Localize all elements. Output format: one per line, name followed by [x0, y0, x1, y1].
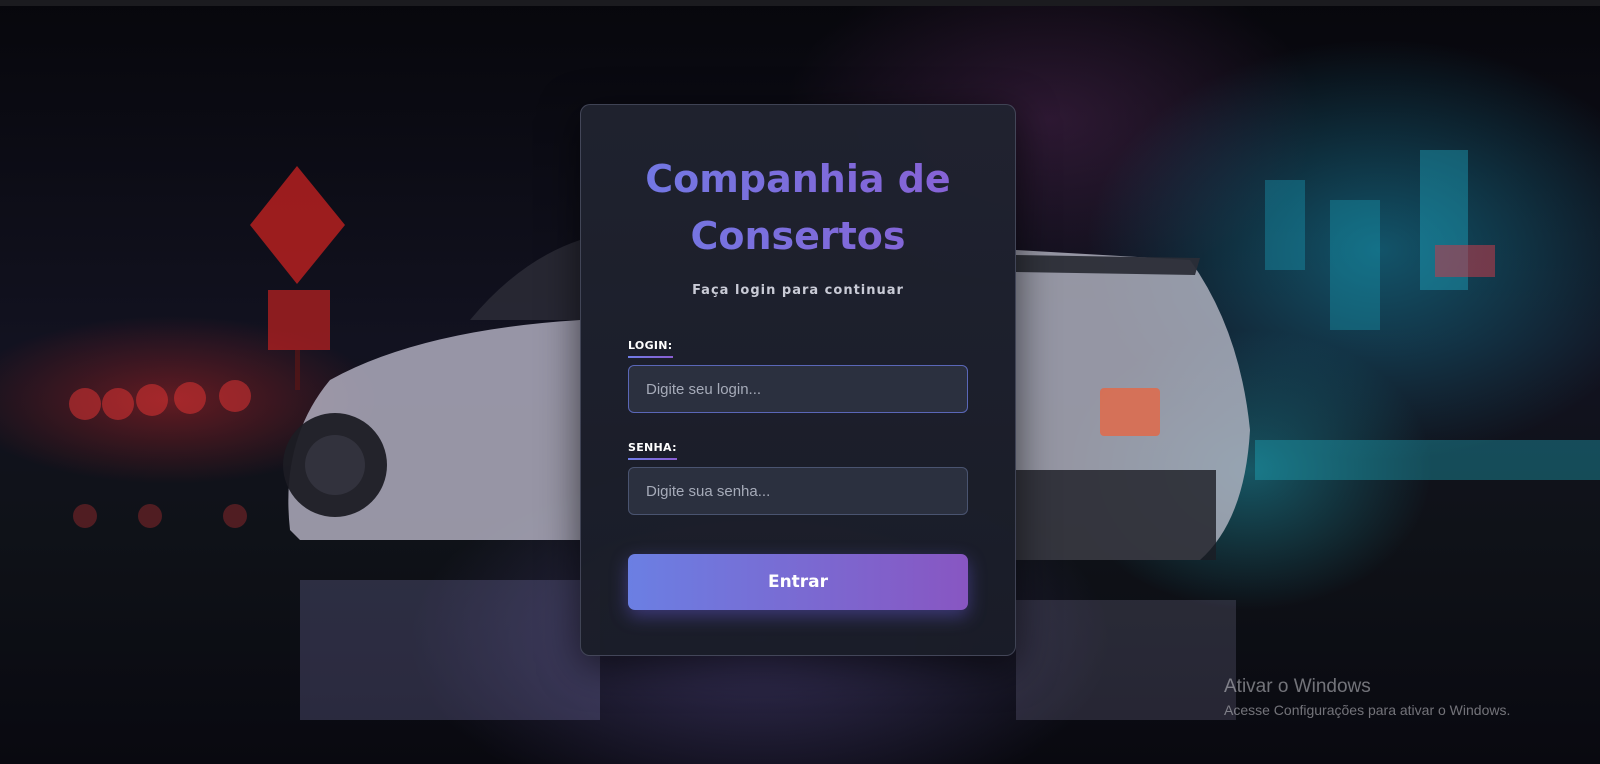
login-input[interactable] — [628, 365, 968, 413]
windows-activation-watermark: Ativar o Windows Acesse Configurações pa… — [1224, 676, 1510, 718]
app-title: Companhia de Consertos — [581, 151, 1015, 265]
login-subtitle: Faça login para continuar — [692, 283, 904, 298]
login-card: Companhia de Consertos Faça login para c… — [580, 104, 1016, 656]
password-label: SENHA: — [628, 441, 677, 460]
login-label: LOGIN: — [628, 339, 673, 358]
watermark-subtitle: Acesse Configurações para ativar o Windo… — [1224, 702, 1511, 718]
password-input[interactable] — [628, 467, 968, 515]
watermark-title: Ativar o Windows — [1224, 676, 1371, 697]
login-submit-button[interactable]: Entrar — [628, 554, 968, 610]
